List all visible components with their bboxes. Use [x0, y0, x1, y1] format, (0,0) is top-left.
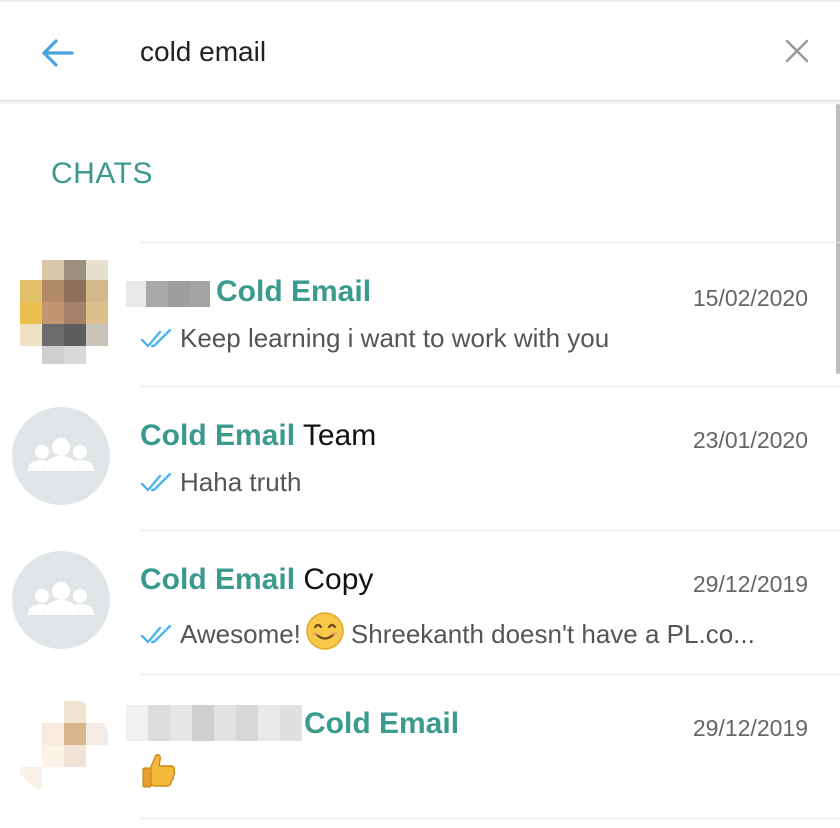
- title-rest: Copy: [295, 563, 374, 596]
- chat-preview: [140, 751, 810, 798]
- chat-row-1[interactable]: Cold Email 15/02/2020 Keep learning i wa…: [0, 243, 840, 387]
- title-match: Cold Email: [140, 563, 296, 596]
- preview-text: Keep learning i want to work with you: [180, 323, 610, 353]
- chat-row-3[interactable]: Cold Email Copy 29/12/2019 Awesome! Shre…: [0, 531, 840, 675]
- title-match: Cold Email: [304, 707, 460, 740]
- top-divider: [0, 0, 840, 2]
- group-icon: [28, 582, 94, 615]
- avatar: [20, 258, 110, 364]
- search-header: [0, 0, 840, 101]
- preview-text-before: Awesome!: [180, 619, 301, 649]
- group-avatar: [12, 407, 110, 505]
- chat-date: 15/02/2020: [692, 285, 808, 311]
- blurred-contact-name: [126, 705, 302, 741]
- chat-title: Cold Email: [216, 275, 371, 309]
- thumbs-up-icon: [140, 751, 178, 798]
- row-divider: [140, 818, 840, 819]
- title-match: Cold Email: [216, 275, 372, 308]
- section-title-chats: CHATS: [51, 157, 153, 190]
- preview-text: Haha truth: [180, 467, 302, 497]
- title-match: Cold Email: [140, 419, 296, 452]
- chat-title: Cold Email: [304, 707, 459, 741]
- chat-date: 29/12/2019: [692, 715, 808, 741]
- double-check-icon: [140, 622, 174, 653]
- blurred-contact-name: [126, 281, 210, 307]
- group-avatar: [12, 551, 110, 649]
- double-check-icon: [140, 470, 174, 501]
- title-rest: Team: [295, 419, 377, 452]
- search-input[interactable]: [140, 30, 740, 74]
- chat-preview: Awesome! Shreekanth doesn't have a PL.co…: [140, 611, 810, 658]
- chat-title: Cold Email Team: [140, 419, 376, 453]
- chat-row-4[interactable]: Cold Email 29/12/2019: [0, 675, 840, 819]
- chat-row-2[interactable]: Cold Email Team 23/01/2020 Haha truth: [0, 387, 840, 531]
- close-icon[interactable]: [780, 34, 814, 68]
- chat-preview: Keep learning i want to work with you: [140, 323, 810, 357]
- group-icon: [28, 438, 94, 471]
- chat-title: Cold Email Copy: [140, 563, 373, 597]
- preview-text-after: Shreekanth doesn't have a PL.co...: [350, 619, 755, 649]
- chat-date: 29/12/2019: [692, 571, 808, 597]
- chat-date: 23/01/2020: [692, 427, 808, 453]
- smiling-emoji-icon: [305, 611, 345, 658]
- chat-preview: Haha truth: [140, 467, 810, 501]
- avatar: [12, 697, 110, 795]
- back-arrow-icon[interactable]: [36, 30, 80, 74]
- double-check-icon: [140, 326, 174, 357]
